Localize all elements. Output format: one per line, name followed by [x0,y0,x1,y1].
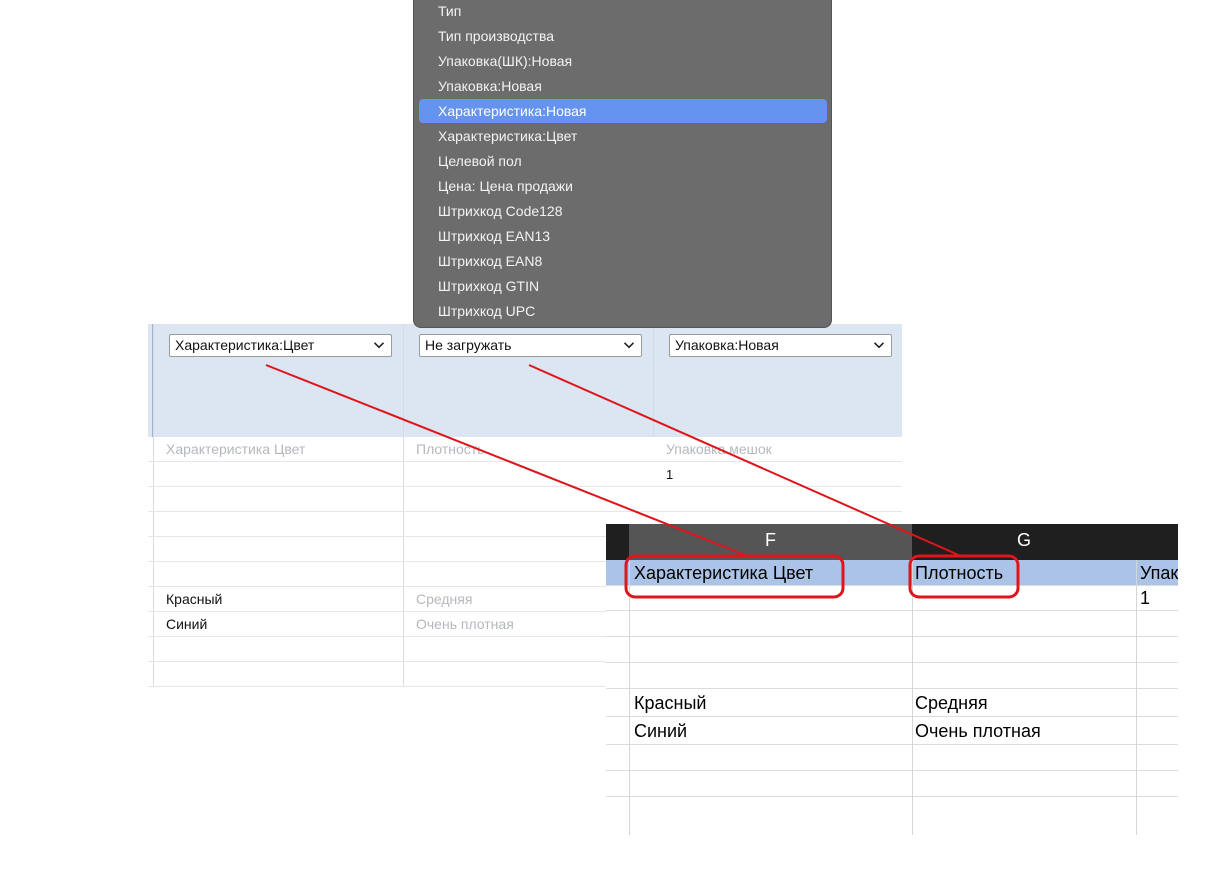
dropdown-option[interactable]: Упаковка(ШК):Новая [419,49,827,73]
preview-row [148,487,902,512]
dropdown-option[interactable]: Тип [419,0,827,23]
spreadsheet-view: F G Характеристика Цвет Плотность Упак 1 Кра… [606,524,1178,835]
column-header-label: G [1016,530,1031,550]
dropdown-option[interactable]: Цена: Цена продажи [419,174,827,198]
column-divider [653,324,654,437]
column-header-f[interactable]: F [629,524,912,560]
sheet-row: 1 [606,586,1178,611]
column-mapping-select-3[interactable]: Упаковка:Новая [669,334,892,357]
chevron-down-icon [623,342,635,349]
dropdown-option[interactable]: Тип производства [419,24,827,48]
column-header-h[interactable] [1136,524,1178,560]
sheet-row: Синий Очень плотная [606,717,1178,745]
sheet-row [606,771,1178,797]
sheet-cell-h[interactable]: Упак [1140,560,1178,586]
sheet-cell-h[interactable]: 1 [1140,586,1150,611]
sheet-row: Характеристика Цвет Плотность Упак [606,560,1178,586]
sheet-cell-f[interactable]: Синий [634,717,687,745]
row-header-corner [606,524,629,560]
gridline-vertical [1136,560,1137,835]
column-header-g[interactable]: G [912,524,1136,560]
select-value: Характеристика:Цвет [175,337,315,353]
dropdown-option[interactable]: Характеристика:Цвет [419,124,827,148]
sheet-row [606,611,1178,637]
sheet-cell-g[interactable]: Очень плотная [915,717,1041,745]
preview-cell: Средняя [416,591,473,607]
sheet-cell-g[interactable]: Плотность [915,560,1003,586]
dropdown-option[interactable]: Упаковка:Новая [419,74,827,98]
preview-cell: Характеристика Цвет [166,441,306,457]
sheet-cell-f[interactable]: Красный [634,689,706,717]
sheet-row [606,745,1178,771]
select-value: Упаковка:Новая [675,337,779,353]
preview-cell: Синий [166,616,208,632]
sheet-cell-g[interactable]: Средняя [915,689,988,717]
sheet-row: Красный Средняя [606,689,1178,717]
dropdown-option[interactable]: Штрихкод Code128 [419,199,827,223]
gridline-vertical [629,560,630,835]
dropdown-option[interactable]: Характеристика:Новая [419,99,827,123]
preview-cell: Упаковка мешок [666,441,772,457]
select-value: Не загружать [425,337,512,353]
mapping-options-dropdown: Тип Тип производства Упаковка(ШК):Новая Упа… [413,0,832,328]
preview-row: Характеристика Цвет Плотность Упаковка меш… [148,437,902,462]
preview-cell: Очень плотная [416,616,514,632]
preview-cell: 1 [666,467,674,482]
sheet-cell-f[interactable]: Характеристика Цвет [634,560,813,586]
chevron-down-icon [373,342,385,349]
dropdown-option[interactable]: Штрихкод EAN8 [419,249,827,273]
dropdown-option[interactable]: Целевой пол [419,149,827,173]
column-mapping-select-2[interactable]: Не загружать [419,334,642,357]
gridline-vertical [912,560,913,835]
preview-cell: Красный [166,591,223,607]
dropdown-option[interactable]: Штрихкод UPC [419,299,827,323]
column-header-label: F [765,530,776,550]
dropdown-option[interactable]: Штрихкод GTIN [419,274,827,298]
preview-cell: Плотность [416,441,485,457]
sheet-row [606,637,1178,663]
preview-row: 1 [148,462,902,487]
column-mapping-select-1[interactable]: Характеристика:Цвет [169,334,392,357]
chevron-down-icon [873,342,885,349]
sheet-row [606,663,1178,689]
dropdown-option[interactable]: Штрихкод EAN13 [419,224,827,248]
